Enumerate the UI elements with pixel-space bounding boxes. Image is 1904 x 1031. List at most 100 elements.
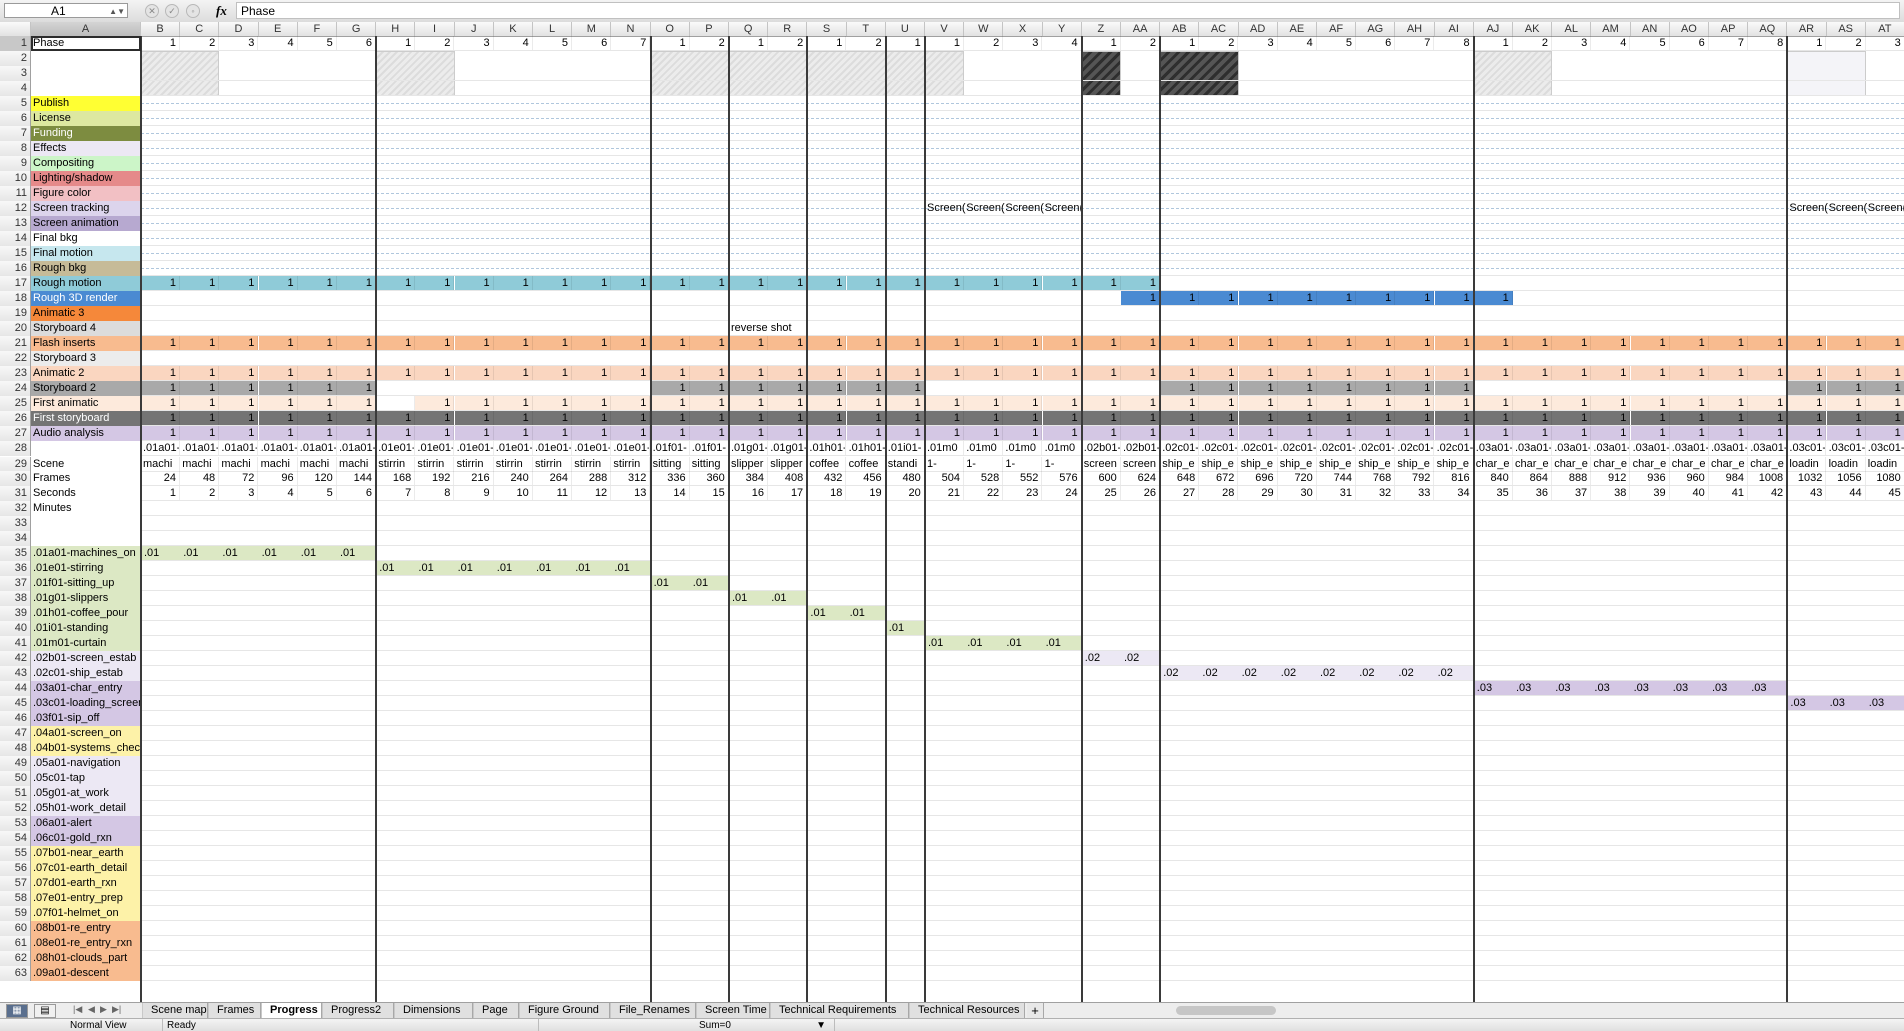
- scene-name-cell[interactable]: ship_e: [1395, 457, 1435, 471]
- first-animatic-cell[interactable]: 1: [141, 396, 180, 410]
- flash-insert-cell[interactable]: 1: [807, 336, 847, 350]
- row-number[interactable]: 31: [0, 486, 31, 501]
- frames-cell[interactable]: 648: [1160, 471, 1200, 485]
- frames-cell[interactable]: 624: [1121, 471, 1160, 485]
- row-number[interactable]: 13: [0, 216, 31, 231]
- phase-number-cell[interactable]: 1: [1787, 36, 1827, 50]
- column-header-ar[interactable]: AR: [1787, 22, 1827, 36]
- frames-cell[interactable]: 288: [572, 471, 612, 485]
- seconds-cell[interactable]: 16: [729, 486, 768, 500]
- seconds-cell[interactable]: 40: [1670, 486, 1709, 500]
- row-label-cell[interactable]: .03f01-sip_off: [31, 711, 141, 726]
- first-animatic-cell[interactable]: 1: [297, 396, 337, 410]
- scene-bar-cell[interactable]: .03: [1591, 681, 1631, 695]
- first-storyboard-cell[interactable]: 1: [376, 411, 416, 425]
- scene-bar-cell[interactable]: .03: [1709, 681, 1749, 695]
- seconds-cell[interactable]: 44: [1827, 486, 1866, 500]
- scene-name-cell[interactable]: slipper: [768, 457, 808, 471]
- rough-motion-cell[interactable]: 1: [1042, 276, 1082, 290]
- scene-bar-cell[interactable]: .02: [1277, 666, 1317, 680]
- phase-number-cell[interactable]: 8: [1748, 36, 1788, 50]
- storyboard2-cell[interactable]: 1: [1395, 381, 1435, 395]
- scene-name-cell[interactable]: stirrin: [415, 457, 455, 471]
- seconds-cell[interactable]: 38: [1591, 486, 1631, 500]
- row-label-cell[interactable]: .07f01-helmet_on: [31, 906, 141, 921]
- row-label-cell[interactable]: .04a01-screen_on: [31, 726, 141, 741]
- scene-name-cell[interactable]: coffee: [807, 457, 847, 471]
- scene-bar-cell[interactable]: .01: [258, 546, 298, 560]
- frames-cell[interactable]: 312: [611, 471, 651, 485]
- storyboard2-cell[interactable]: 1: [1356, 381, 1396, 395]
- first-animatic-cell[interactable]: 1: [768, 396, 808, 410]
- phase-number-cell[interactable]: 4: [1278, 36, 1317, 50]
- phase-number-cell[interactable]: 5: [1317, 36, 1356, 50]
- audio-analysis-cell[interactable]: 1: [1865, 426, 1904, 440]
- first-storyboard-cell[interactable]: 1: [1473, 411, 1513, 425]
- scene-bar-cell[interactable]: .01: [219, 546, 259, 560]
- audio-analysis-cell[interactable]: 1: [964, 426, 1004, 440]
- first-storyboard-cell[interactable]: 1: [807, 411, 847, 425]
- scene-bar-cell[interactable]: .01: [454, 561, 494, 575]
- first-animatic-cell[interactable]: 1: [807, 396, 847, 410]
- scene-bar-cell[interactable]: .01: [729, 591, 769, 605]
- frames-cell[interactable]: 768: [1356, 471, 1396, 485]
- column-header-aq[interactable]: AQ: [1748, 22, 1788, 36]
- scene-bar-cell[interactable]: .01: [768, 591, 808, 605]
- scene-bar-cell[interactable]: .02: [1081, 651, 1121, 665]
- scene-bar-cell[interactable]: .01: [964, 636, 1004, 650]
- column-header-w[interactable]: W: [964, 22, 1004, 36]
- frames-cell[interactable]: 144: [337, 471, 376, 485]
- row-number[interactable]: 16: [0, 261, 31, 276]
- scene-name-cell[interactable]: .01h01-: [807, 441, 847, 455]
- row-label-cell[interactable]: [31, 51, 141, 66]
- column-header-am[interactable]: AM: [1591, 22, 1631, 36]
- row-number[interactable]: 53: [0, 816, 31, 831]
- storyboard2-cell[interactable]: 1: [1865, 381, 1904, 395]
- seconds-cell[interactable]: 41: [1709, 486, 1748, 500]
- row-number[interactable]: 10: [0, 171, 31, 186]
- first-animatic-cell[interactable]: 1: [1826, 396, 1866, 410]
- sum-dropdown-icon[interactable]: ▼: [816, 1019, 826, 1031]
- animatic2-cell[interactable]: 1: [1709, 366, 1748, 380]
- storyboard2-cell[interactable]: 1: [768, 381, 808, 395]
- frames-cell[interactable]: 1080: [1866, 471, 1904, 485]
- flash-insert-cell[interactable]: 1: [1630, 336, 1670, 350]
- phase-number-cell[interactable]: 7: [1395, 36, 1435, 50]
- scene-bar-cell[interactable]: .02: [1395, 666, 1435, 680]
- frames-cell[interactable]: 96: [259, 471, 298, 485]
- animatic2-cell[interactable]: 1: [1356, 366, 1396, 380]
- scene-name-cell[interactable]: machi: [298, 457, 337, 471]
- rough-motion-cell[interactable]: 1: [650, 276, 690, 290]
- row-label-cell[interactable]: [31, 66, 141, 81]
- row-label-cell[interactable]: .01h01-coffee_pour: [31, 606, 141, 621]
- first-animatic-cell[interactable]: 1: [1199, 396, 1239, 410]
- scene-name-cell[interactable]: char_e: [1591, 457, 1631, 471]
- scene-name-cell[interactable]: .01e01-: [533, 441, 572, 455]
- scene-name-cell[interactable]: .01e01-: [376, 441, 416, 455]
- next-sheet-icon[interactable]: ▶: [100, 1004, 107, 1015]
- scene-bar-cell[interactable]: .03: [1513, 681, 1553, 695]
- row-label-cell[interactable]: Screen tracking: [31, 201, 141, 216]
- flash-insert-cell[interactable]: 1: [297, 336, 337, 350]
- audio-analysis-cell[interactable]: 1: [729, 426, 768, 440]
- row-number[interactable]: 1: [0, 36, 31, 51]
- seconds-cell[interactable]: 12: [572, 486, 612, 500]
- rough-3d-render-cell[interactable]: 1: [1434, 291, 1474, 305]
- row-number[interactable]: 54: [0, 831, 31, 846]
- flash-insert-cell[interactable]: 1: [1669, 336, 1709, 350]
- first-storyboard-cell[interactable]: 1: [1513, 411, 1552, 425]
- column-header-as[interactable]: AS: [1827, 22, 1866, 36]
- animatic2-cell[interactable]: 1: [1199, 366, 1239, 380]
- first-animatic-cell[interactable]: 1: [1473, 396, 1513, 410]
- row-number[interactable]: 37: [0, 576, 31, 591]
- row-number[interactable]: 7: [0, 126, 31, 141]
- row-number[interactable]: 15: [0, 246, 31, 261]
- column-header-h[interactable]: H: [376, 22, 416, 36]
- storyboard2-cell[interactable]: 1: [650, 381, 690, 395]
- row-label-cell[interactable]: .04b01-systems_check: [31, 741, 141, 756]
- frames-cell[interactable]: 936: [1631, 471, 1670, 485]
- scene-name-cell[interactable]: machi: [180, 457, 220, 471]
- first-animatic-cell[interactable]: 1: [964, 396, 1004, 410]
- scene-name-cell[interactable]: .02b01-: [1121, 441, 1160, 455]
- scene-name-cell[interactable]: .02c01-: [1278, 441, 1317, 455]
